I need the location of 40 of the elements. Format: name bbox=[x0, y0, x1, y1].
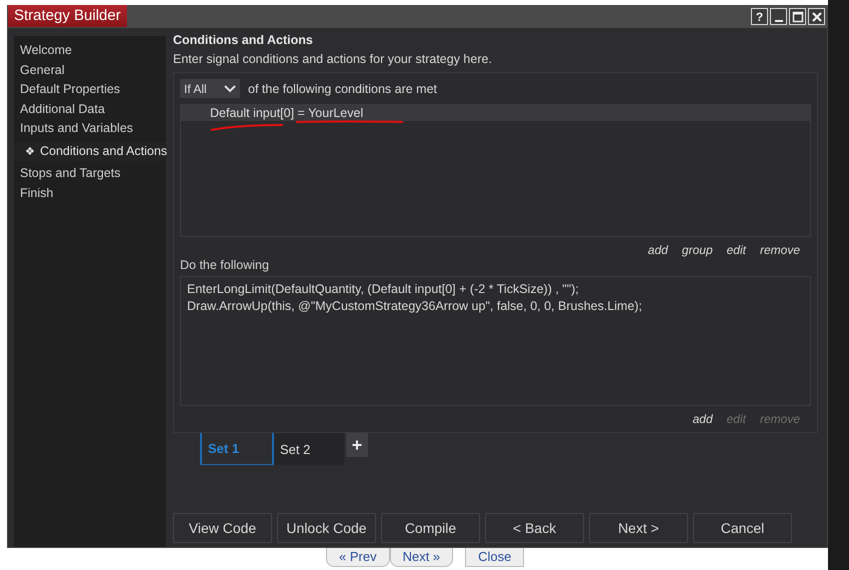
action-link[interactable]: group bbox=[676, 243, 718, 257]
condition-row[interactable]: Default input[0] = YourLevel bbox=[181, 105, 810, 121]
add-set-button[interactable]: + bbox=[346, 433, 368, 457]
sidebar-item[interactable]: Inputs and Variables bbox=[14, 119, 166, 138]
wizard-button[interactable]: < Back bbox=[485, 513, 584, 543]
window-title: Strategy Builder bbox=[8, 5, 127, 27]
close-icon bbox=[810, 10, 822, 22]
sidebar-item[interactable]: Finish bbox=[14, 184, 166, 203]
wizard-button[interactable]: Unlock Code bbox=[277, 513, 376, 543]
sidebar-item[interactable]: Stops and Targets bbox=[14, 164, 166, 184]
sidebar-item[interactable]: Welcome bbox=[14, 41, 166, 60]
action-link[interactable]: remove bbox=[754, 243, 805, 257]
actions-label: Do the following bbox=[180, 258, 270, 272]
condition-mode-dropdown[interactable]: If All bbox=[180, 79, 240, 98]
wizard-button[interactable]: View Code bbox=[173, 513, 272, 543]
action-line[interactable]: EnterLongLimit(DefaultQuantity, (Default input[0] + (-2 * TickSize)) , ""); bbox=[187, 281, 804, 298]
chevron-down-icon bbox=[224, 84, 236, 92]
condition-mode-label: of the following conditions are met bbox=[248, 82, 437, 96]
sidebar-item[interactable]: General bbox=[14, 60, 166, 80]
action-link[interactable]: add bbox=[642, 243, 673, 257]
sidebar-item[interactable]: Additional Data bbox=[14, 100, 166, 119]
minimize-icon bbox=[774, 20, 782, 22]
wizard-button[interactable]: Next > bbox=[589, 513, 688, 543]
set-tab[interactable]: Set 1 bbox=[200, 433, 272, 465]
section-title: Conditions and Actions bbox=[173, 33, 314, 47]
maximize-button[interactable] bbox=[789, 8, 806, 25]
wizard-button[interactable]: Cancel bbox=[693, 513, 792, 543]
set-tab[interactable]: Set 2 bbox=[272, 433, 344, 465]
action-link[interactable]: edit bbox=[722, 243, 751, 257]
action-link[interactable]: add bbox=[688, 412, 718, 426]
maximize-icon bbox=[792, 10, 804, 22]
help-button[interactable]: ? bbox=[751, 8, 768, 25]
sidebar-item[interactable]: ❖ Conditions and Actions bbox=[14, 142, 166, 161]
close-button[interactable] bbox=[808, 8, 825, 25]
section-description: Enter signal conditions and actions for your strategy here. bbox=[173, 52, 493, 66]
action-line[interactable]: Draw.ArrowUp(this, @"MyCustomStrategy36Arrow up", false, 0, 0, Brushes.Lime); bbox=[187, 298, 804, 315]
sidebar-item[interactable]: Default Properties bbox=[14, 80, 166, 100]
wizard-button[interactable]: Compile bbox=[381, 513, 480, 543]
minimize-button[interactable] bbox=[770, 8, 787, 25]
diamond-icon: ❖ bbox=[25, 146, 35, 158]
